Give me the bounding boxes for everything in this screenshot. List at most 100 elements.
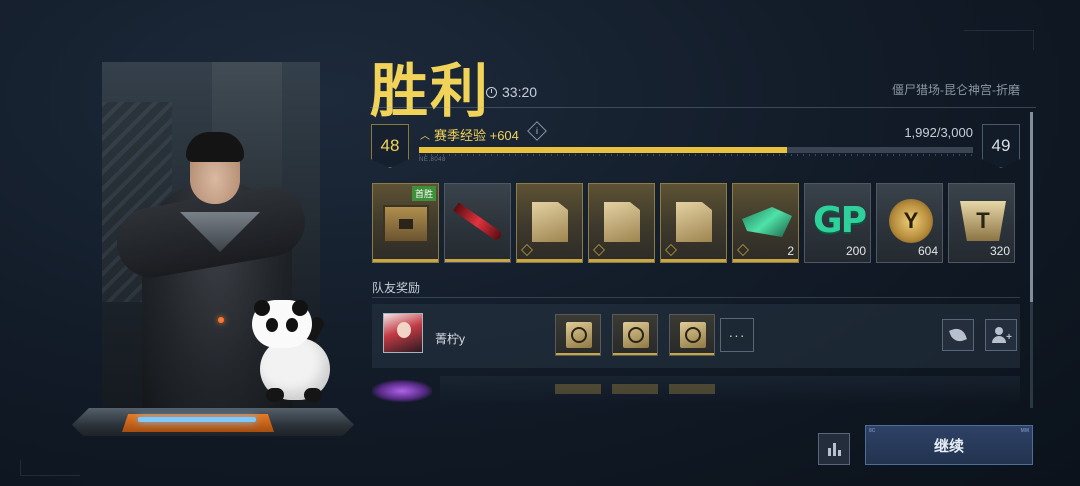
file-shape xyxy=(532,202,568,242)
button-corner-code: 8C xyxy=(869,428,876,434)
teammate-avatar[interactable] xyxy=(383,313,423,353)
panda-eye xyxy=(266,318,278,332)
t-badge-glyph: T xyxy=(960,201,1006,241)
bar-chart-icon xyxy=(837,450,841,456)
card-rarity-bar xyxy=(556,353,600,355)
result-title: 胜利 xyxy=(370,57,491,125)
reward-amount: 604 xyxy=(917,244,938,258)
ammo-file-icon xyxy=(602,202,642,242)
bound-mark-icon xyxy=(665,244,677,256)
y-coin-glyph: Y xyxy=(889,199,933,243)
more-rewards-button[interactable]: ··· xyxy=(720,318,754,352)
info-icon[interactable]: i xyxy=(527,121,547,141)
statistics-button[interactable] xyxy=(818,433,850,465)
bound-mark-icon xyxy=(521,244,533,256)
card-rarity-bar xyxy=(589,259,654,262)
teammate-name: 菁柠y xyxy=(435,332,466,346)
current-level-badge: 48 xyxy=(371,124,409,168)
mode-path: 僵尸猎场-昆仑神宫-折磨 xyxy=(892,83,1020,97)
reward-card-gp-points[interactable]: GP 200 xyxy=(804,183,871,263)
bound-mark-icon xyxy=(593,244,605,256)
chevron-up-icon: ︿ xyxy=(420,131,430,142)
continue-button[interactable]: 8C MM 继续 xyxy=(865,425,1033,465)
file-shape xyxy=(676,202,712,242)
reward-amount: 2 xyxy=(787,244,794,258)
reward-card-armor-file[interactable] xyxy=(660,183,727,263)
continue-label: 继续 xyxy=(933,437,964,455)
reward-scrollbar[interactable] xyxy=(1030,112,1033,408)
exp-progress-text: 1,992/3,000 xyxy=(904,125,973,140)
reward-card-y-coin[interactable]: Y 604 xyxy=(876,183,943,263)
exp-sub-code: NE.8048 xyxy=(419,157,446,163)
crate-shape xyxy=(383,205,429,243)
reward-list: 首胜 2 GP 200 Y 604 T 320 xyxy=(372,183,1015,263)
add-friend-button[interactable]: + xyxy=(985,319,1017,351)
panda-leg xyxy=(266,388,284,402)
card-rarity-bar xyxy=(445,259,510,262)
pedestal-light xyxy=(138,417,256,422)
reward-card-target-file[interactable] xyxy=(516,183,583,263)
exp-progress-bar xyxy=(419,147,973,153)
blade-icon xyxy=(451,202,505,242)
next-level-badge: 49 xyxy=(982,124,1020,168)
panda-companion xyxy=(250,300,336,404)
reward-amount: 200 xyxy=(845,244,866,258)
blade-shape xyxy=(453,202,503,242)
shield-file-icon xyxy=(680,322,706,348)
character-hair xyxy=(186,132,244,162)
card-rarity-bar xyxy=(373,259,438,262)
teammate-rewards-title: 队友奖励 xyxy=(372,281,421,295)
exp-tick-marks xyxy=(419,154,973,156)
suit-light xyxy=(218,317,224,323)
gp-icon: GP xyxy=(811,198,867,242)
like-button[interactable] xyxy=(942,319,974,351)
teammate-reward-shield-file[interactable] xyxy=(669,314,715,356)
bar-chart-icon xyxy=(832,443,836,456)
bar-chart-icon xyxy=(827,448,831,456)
panda-eye xyxy=(286,318,298,332)
frame-top-right xyxy=(964,30,1034,50)
armor-file-icon xyxy=(674,202,714,242)
exp-progress-fill xyxy=(419,147,787,153)
scrollbar-thumb[interactable] xyxy=(1030,112,1033,302)
teammate-divider xyxy=(372,297,1020,298)
t-badge-icon: T xyxy=(959,200,1007,242)
green-weapon-icon xyxy=(742,202,792,242)
reward-card-red-blade[interactable] xyxy=(444,183,511,263)
purple-emblem-icon xyxy=(372,380,432,402)
target-file-icon xyxy=(566,322,592,348)
first-win-tag: 首胜 xyxy=(411,186,436,201)
reward-card-ammo-file[interactable] xyxy=(588,183,655,263)
season-exp-label: ︿ 赛季经验 +604 xyxy=(420,125,519,144)
match-timer: 33:20 xyxy=(486,84,537,100)
reward-card-green-weapon[interactable]: 2 xyxy=(732,183,799,263)
add-user-icon: + xyxy=(992,327,1012,343)
clock-icon xyxy=(486,86,497,98)
file-shape xyxy=(604,202,640,242)
info-glyph: i xyxy=(536,126,538,136)
second-teammate-row xyxy=(440,376,1020,404)
button-corner-code: MM xyxy=(1020,428,1029,434)
bound-mark-icon xyxy=(737,244,749,256)
panda-leg xyxy=(304,388,322,402)
reward-card-supply-crate[interactable]: 首胜 xyxy=(372,183,439,263)
wing-file-icon xyxy=(623,322,649,348)
card-rarity-bar xyxy=(613,353,657,355)
panda-ear xyxy=(292,300,308,316)
card-rarity-bar xyxy=(733,259,798,262)
card-rarity-bar xyxy=(670,353,714,355)
header-divider xyxy=(370,107,1036,108)
y-coin-icon: Y xyxy=(888,198,934,244)
leaf-icon xyxy=(949,326,967,344)
card-rarity-bar xyxy=(517,259,582,262)
target-file-icon xyxy=(530,202,570,242)
reward-amount: 320 xyxy=(989,244,1010,258)
card-rarity-bar xyxy=(661,259,726,262)
teammate-reward-wing-file[interactable] xyxy=(612,314,658,356)
season-exp-text: 赛季经验 +604 xyxy=(434,128,519,143)
gp-glyph: GP xyxy=(813,199,867,241)
reward-card-t-badge[interactable]: T 320 xyxy=(948,183,1015,263)
frame-bottom-left xyxy=(20,460,80,476)
weapon-shape xyxy=(742,207,792,237)
teammate-reward-target-file[interactable] xyxy=(555,314,601,356)
